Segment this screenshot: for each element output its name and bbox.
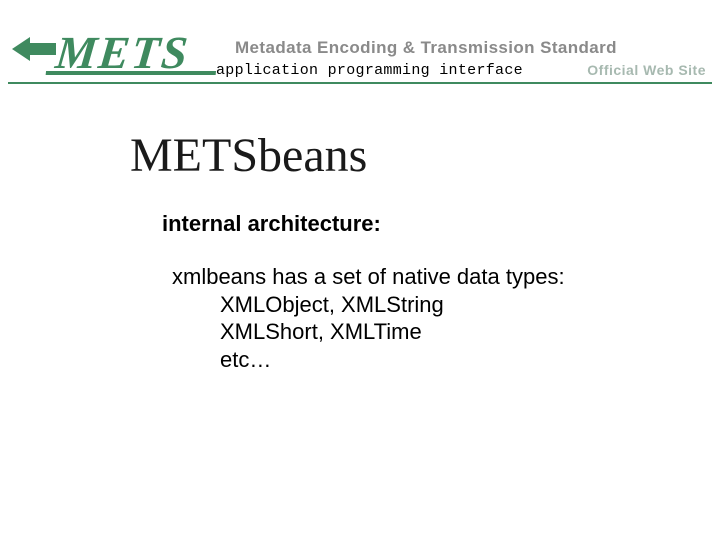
mets-logo: METS (53, 26, 192, 79)
header-official-label: Official Web Site (587, 62, 706, 78)
body-line-2: XMLObject, XMLString (220, 291, 720, 319)
body-text: xmlbeans has a set of native data types:… (172, 263, 720, 373)
body-line-4: etc… (220, 346, 720, 374)
arrow-left-icon (12, 34, 56, 69)
header-api-label: application programming interface (216, 62, 523, 79)
slide-content: METSbeans internal architecture: xmlbean… (0, 110, 720, 373)
header-subtitle: Metadata Encoding & Transmission Standar… (235, 38, 617, 58)
page-title: METSbeans (130, 128, 720, 183)
body-line-3: XMLShort, XMLTime (220, 318, 720, 346)
slide-header: METS Metadata Encoding & Transmission St… (0, 0, 720, 110)
body-line-1: xmlbeans has a set of native data types: (172, 263, 720, 291)
logo-underline (46, 71, 216, 75)
header-divider (8, 82, 712, 84)
section-subtitle: internal architecture: (162, 211, 720, 237)
